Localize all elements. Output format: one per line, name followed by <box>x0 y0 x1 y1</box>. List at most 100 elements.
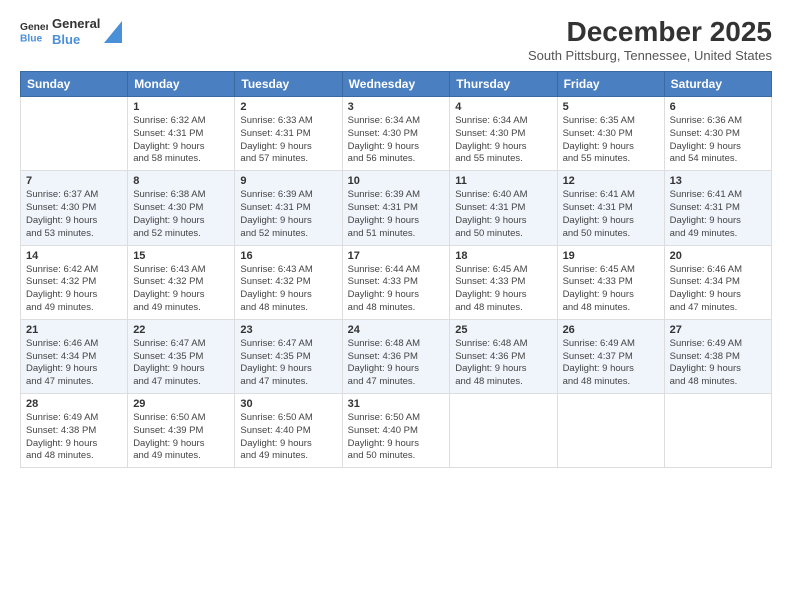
day-detail: Sunrise: 6:42 AM Sunset: 4:32 PM Dayligh… <box>26 264 122 315</box>
table-cell: 29 Sunrise: 6:50 AM Sunset: 4:39 PM Dayli… <box>128 394 235 468</box>
table-cell <box>21 97 128 171</box>
table-cell: 9Sunrise: 6:39 AM Sunset: 4:31 PM Daylig… <box>235 171 342 245</box>
day-detail: Sunrise: 6:32 AM Sunset: 4:31 PM Dayligh… <box>133 115 229 166</box>
day-number: 21 <box>26 324 122 336</box>
logo: General Blue General Blue <box>20 16 122 47</box>
table-cell <box>664 394 771 468</box>
day-detail: Sunrise: 6:50 AM Sunset: 4:40 PM Dayligh… <box>240 412 336 463</box>
day-detail: Sunrise: 6:40 AM Sunset: 4:31 PM Dayligh… <box>455 189 551 240</box>
table-cell: 10Sunrise: 6:39 AM Sunset: 4:31 PM Dayli… <box>342 171 450 245</box>
day-detail: Sunrise: 6:50 AM Sunset: 4:40 PM Dayligh… <box>348 412 445 463</box>
header-tuesday: Tuesday <box>235 72 342 97</box>
day-number: 15 <box>133 250 229 262</box>
day-detail: Sunrise: 6:50 AM Sunset: 4:39 PM Dayligh… <box>133 412 229 463</box>
day-number: 5 <box>563 101 659 113</box>
header: General Blue General Blue December 2025 … <box>20 16 772 63</box>
day-number: 1 <box>133 101 229 113</box>
title-block: December 2025 South Pittsburg, Tennessee… <box>528 16 772 63</box>
logo-icon: General Blue <box>20 18 48 46</box>
day-number: 7 <box>26 175 122 187</box>
main-title: December 2025 <box>528 16 772 48</box>
header-thursday: Thursday <box>450 72 557 97</box>
logo-triangle-icon <box>104 21 122 43</box>
table-cell: 12 Sunrise: 6:41 AM Sunset: 4:31 PM Dayli… <box>557 171 664 245</box>
day-detail: Sunrise: 6:35 AM Sunset: 4:30 PM Dayligh… <box>563 115 659 166</box>
logo-blue: Blue <box>52 32 100 48</box>
header-saturday: Saturday <box>664 72 771 97</box>
calendar-week-row: 7 Sunrise: 6:37 AM Sunset: 4:30 PM Daylig… <box>21 171 772 245</box>
day-detail: Sunrise: 6:45 AM Sunset: 4:33 PM Dayligh… <box>563 264 659 315</box>
header-wednesday: Wednesday <box>342 72 450 97</box>
table-cell: 15 Sunrise: 6:43 AM Sunset: 4:32 PM Dayli… <box>128 245 235 319</box>
day-number: 24 <box>348 324 445 336</box>
table-cell: 16Sunrise: 6:43 AM Sunset: 4:32 PM Dayli… <box>235 245 342 319</box>
table-cell: 11Sunrise: 6:40 AM Sunset: 4:31 PM Dayli… <box>450 171 557 245</box>
day-number: 12 <box>563 175 659 187</box>
day-detail: Sunrise: 6:45 AM Sunset: 4:33 PM Dayligh… <box>455 264 551 315</box>
table-cell <box>557 394 664 468</box>
day-number: 4 <box>455 101 551 113</box>
table-cell: 25 Sunrise: 6:48 AM Sunset: 4:36 PM Dayli… <box>450 319 557 393</box>
calendar-table: Sunday Monday Tuesday Wednesday Thursday… <box>20 71 772 468</box>
table-cell: 19 Sunrise: 6:45 AM Sunset: 4:33 PM Dayli… <box>557 245 664 319</box>
day-detail: Sunrise: 6:34 AM Sunset: 4:30 PM Dayligh… <box>455 115 551 166</box>
table-cell: 21Sunrise: 6:46 AM Sunset: 4:34 PM Dayli… <box>21 319 128 393</box>
table-cell: 14 Sunrise: 6:42 AM Sunset: 4:32 PM Dayli… <box>21 245 128 319</box>
day-detail: Sunrise: 6:39 AM Sunset: 4:31 PM Dayligh… <box>240 189 336 240</box>
day-number: 26 <box>563 324 659 336</box>
day-number: 6 <box>670 101 766 113</box>
day-detail: Sunrise: 6:33 AM Sunset: 4:31 PM Dayligh… <box>240 115 336 166</box>
table-cell: 18 Sunrise: 6:45 AM Sunset: 4:33 PM Dayli… <box>450 245 557 319</box>
day-detail: Sunrise: 6:41 AM Sunset: 4:31 PM Dayligh… <box>563 189 659 240</box>
day-number: 23 <box>240 324 336 336</box>
table-cell: 2 Sunrise: 6:33 AM Sunset: 4:31 PM Daylig… <box>235 97 342 171</box>
day-number: 16 <box>240 250 336 262</box>
day-number: 14 <box>26 250 122 262</box>
day-number: 27 <box>670 324 766 336</box>
day-detail: Sunrise: 6:43 AM Sunset: 4:32 PM Dayligh… <box>133 264 229 315</box>
day-detail: Sunrise: 6:48 AM Sunset: 4:36 PM Dayligh… <box>348 338 445 389</box>
table-cell: 24 Sunrise: 6:48 AM Sunset: 4:36 PM Dayli… <box>342 319 450 393</box>
table-cell: 13Sunrise: 6:41 AM Sunset: 4:31 PM Dayli… <box>664 171 771 245</box>
table-cell: 27 Sunrise: 6:49 AM Sunset: 4:38 PM Dayli… <box>664 319 771 393</box>
table-cell: 17Sunrise: 6:44 AM Sunset: 4:33 PM Dayli… <box>342 245 450 319</box>
day-detail: Sunrise: 6:34 AM Sunset: 4:30 PM Dayligh… <box>348 115 445 166</box>
day-detail: Sunrise: 6:49 AM Sunset: 4:38 PM Dayligh… <box>670 338 766 389</box>
day-detail: Sunrise: 6:49 AM Sunset: 4:37 PM Dayligh… <box>563 338 659 389</box>
header-monday: Monday <box>128 72 235 97</box>
table-cell: 30 Sunrise: 6:50 AM Sunset: 4:40 PM Dayli… <box>235 394 342 468</box>
table-cell: 3 Sunrise: 6:34 AM Sunset: 4:30 PM Daylig… <box>342 97 450 171</box>
table-cell: 4 Sunrise: 6:34 AM Sunset: 4:30 PM Daylig… <box>450 97 557 171</box>
day-number: 30 <box>240 398 336 410</box>
header-friday: Friday <box>557 72 664 97</box>
table-cell: 6Sunrise: 6:36 AM Sunset: 4:30 PM Daylig… <box>664 97 771 171</box>
day-number: 19 <box>563 250 659 262</box>
day-detail: Sunrise: 6:46 AM Sunset: 4:34 PM Dayligh… <box>670 264 766 315</box>
header-sunday: Sunday <box>21 72 128 97</box>
table-cell <box>450 394 557 468</box>
day-number: 29 <box>133 398 229 410</box>
table-cell: 8 Sunrise: 6:38 AM Sunset: 4:30 PM Daylig… <box>128 171 235 245</box>
day-number: 18 <box>455 250 551 262</box>
day-number: 31 <box>348 398 445 410</box>
day-detail: Sunrise: 6:38 AM Sunset: 4:30 PM Dayligh… <box>133 189 229 240</box>
svg-text:Blue: Blue <box>20 33 43 44</box>
day-number: 2 <box>240 101 336 113</box>
day-number: 3 <box>348 101 445 113</box>
page: General Blue General Blue December 2025 … <box>0 0 792 612</box>
calendar-week-row: 21Sunrise: 6:46 AM Sunset: 4:34 PM Dayli… <box>21 319 772 393</box>
table-cell: 7 Sunrise: 6:37 AM Sunset: 4:30 PM Daylig… <box>21 171 128 245</box>
day-number: 10 <box>348 175 445 187</box>
day-number: 13 <box>670 175 766 187</box>
day-number: 8 <box>133 175 229 187</box>
calendar-header-row: Sunday Monday Tuesday Wednesday Thursday… <box>21 72 772 97</box>
table-cell: 28Sunrise: 6:49 AM Sunset: 4:38 PM Dayli… <box>21 394 128 468</box>
table-cell: 20Sunrise: 6:46 AM Sunset: 4:34 PM Dayli… <box>664 245 771 319</box>
day-detail: Sunrise: 6:49 AM Sunset: 4:38 PM Dayligh… <box>26 412 122 463</box>
subtitle: South Pittsburg, Tennessee, United State… <box>528 48 772 63</box>
day-detail: Sunrise: 6:37 AM Sunset: 4:30 PM Dayligh… <box>26 189 122 240</box>
table-cell: 26 Sunrise: 6:49 AM Sunset: 4:37 PM Dayli… <box>557 319 664 393</box>
calendar-week-row: 1 Sunrise: 6:32 AM Sunset: 4:31 PM Daylig… <box>21 97 772 171</box>
day-number: 25 <box>455 324 551 336</box>
day-detail: Sunrise: 6:48 AM Sunset: 4:36 PM Dayligh… <box>455 338 551 389</box>
